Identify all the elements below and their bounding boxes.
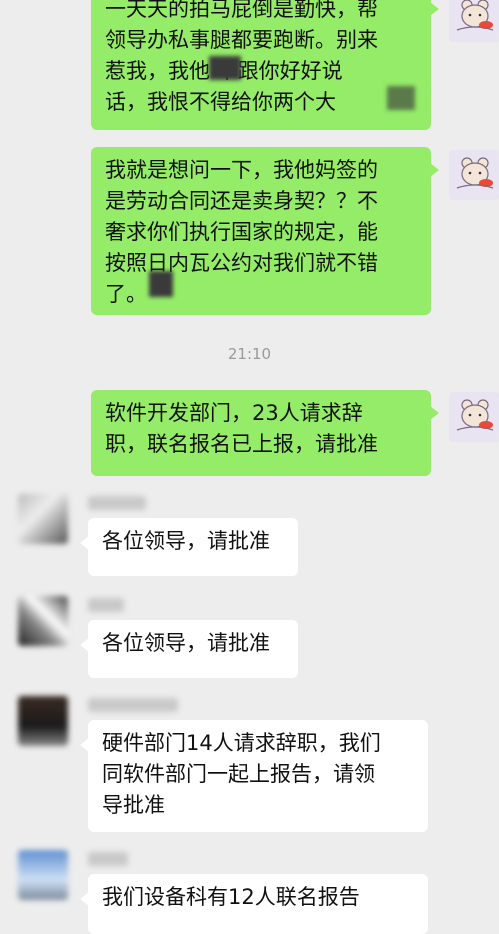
contact-avatar[interactable] — [18, 494, 68, 544]
message-line: 各位领导，请批准 — [102, 631, 270, 655]
contact-nickname — [88, 598, 124, 612]
message-line: 软件开发部门，23人请求辞 — [105, 401, 363, 425]
message-line: 职，联名报名已上报，请批准 — [105, 432, 378, 456]
message-line: 导批准 — [102, 793, 165, 817]
contact-avatar[interactable] — [18, 850, 68, 900]
message-line: 各位领导，请批准 — [102, 529, 270, 553]
message-bubble[interactable]: 各位领导，请批准 — [80, 518, 298, 576]
my-avatar[interactable] — [449, 392, 499, 442]
message-line: 我们设备科有12人联名报告 — [102, 885, 360, 909]
my-avatar[interactable] — [449, 150, 499, 200]
cartoon-bear-avatar-icon — [449, 150, 499, 200]
message-line: 是劳动合同还是卖身契？？不 — [105, 189, 378, 213]
censor-mosaic — [149, 271, 173, 297]
message-line: 奢求你们执行国家的规定，能 — [105, 220, 378, 244]
contact-nickname — [88, 852, 128, 866]
message-line: 同软件部门一起上报告，请领 — [102, 762, 375, 786]
contact-avatar[interactable] — [18, 596, 68, 646]
message-timestamp: 21:10 — [227, 345, 272, 363]
censor-mosaic — [209, 56, 241, 80]
message-line: 话，我恨不得给你两个大 — [105, 90, 336, 114]
message-bubble[interactable]: 我就是想问一下，我他妈签的 是劳动合同还是卖身契？？不 奢求你们执行国家的规定，… — [91, 147, 439, 315]
message-line: 硬件部门14人请求辞职，我们 — [102, 731, 381, 755]
cartoon-bear-avatar-icon — [449, 392, 499, 442]
message-bubble[interactable]: 一天天的拍马屁倒是勤快，帮 领导办私事腿都要跑断。别来 惹我，我他 不跟你好好说… — [91, 0, 439, 130]
message-line: 我就是想问一下，我他妈签的 — [105, 158, 378, 182]
message-bubble[interactable]: 硬件部门14人请求辞职，我们 同软件部门一起上报告，请领 导批准 — [80, 720, 428, 832]
contact-nickname — [88, 496, 146, 510]
message-line: 一天天的拍马屁倒是勤快，帮 — [105, 0, 378, 21]
cartoon-bear-avatar-icon — [449, 0, 499, 42]
message-bubble[interactable]: 各位领导，请批准 — [80, 620, 298, 678]
message-line: 惹我，我他 不跟你好好说 — [105, 59, 343, 83]
contact-avatar[interactable] — [18, 696, 68, 746]
my-avatar[interactable] — [449, 0, 499, 42]
message-bubble[interactable]: 我们设备科有12人联名报告 — [80, 874, 428, 934]
message-line: 领导办私事腿都要跑断。别来 — [105, 28, 378, 52]
message-bubble[interactable]: 软件开发部门，23人请求辞 职，联名报名已上报，请批准 — [91, 390, 439, 476]
censor-mosaic — [387, 86, 415, 110]
contact-nickname — [88, 698, 178, 712]
